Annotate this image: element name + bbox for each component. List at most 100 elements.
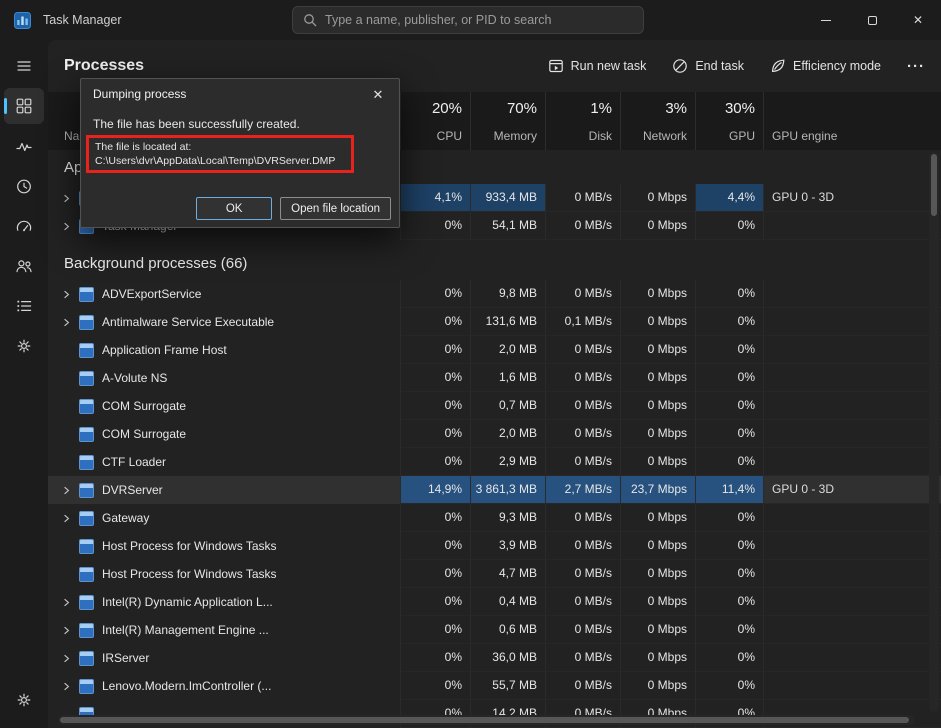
cell-disk: 0 MB/s [545,392,620,420]
cell-cpu: 4,1% [400,184,470,212]
expand-chevron-icon[interactable] [62,194,72,203]
process-row[interactable]: DVRServer14,9%3 861,3 MB2,7 MB/s23,7 Mbp… [48,476,941,504]
vertical-scrollbar[interactable] [929,152,939,712]
cell-memory: 4,7 MB [470,560,545,588]
cell-disk: 0 MB/s [545,588,620,616]
process-icon [79,427,94,442]
process-row[interactable]: ADVExportService0%9,8 MB0 MB/s0 Mbps0% [48,280,941,308]
end-task-button[interactable]: End task [672,58,744,74]
process-row[interactable]: Intel(R) Management Engine ...0%0,6 MB0 … [48,616,941,644]
vertical-scrollbar-thumb[interactable] [931,154,937,216]
column-header-cpu[interactable]: 20% CPU [400,92,470,150]
maximize-button[interactable] [849,0,895,40]
expand-chevron-icon[interactable] [62,682,72,691]
cpu-total-percent: 20% [432,100,462,117]
cell-disk: 0 MB/s [545,212,620,240]
process-row[interactable]: Host Process for Windows Tasks0%3,9 MB0 … [48,532,941,560]
sidebar-item-processes[interactable] [4,88,44,124]
cell-gpu-engine: GPU 0 - 3D [763,184,941,212]
cell-network: 0 Mbps [620,644,695,672]
cell-network: 0 Mbps [620,504,695,532]
horizontal-scrollbar[interactable] [58,715,915,725]
cell-memory: 131,6 MB [470,308,545,336]
sidebar-item-settings[interactable] [4,682,44,718]
process-row[interactable]: COM Surrogate0%0,7 MB0 MB/s0 Mbps0% [48,392,941,420]
process-name: Gateway [102,505,149,532]
cell-network: 23,7 Mbps [620,476,695,504]
search-box[interactable] [292,6,644,34]
gpu-column-label: GPU [729,129,755,143]
process-row[interactable]: Host Process for Windows Tasks0%4,7 MB0 … [48,560,941,588]
horizontal-scrollbar-thumb[interactable] [60,717,909,723]
process-name-cell: ADVExportService [48,280,400,308]
expand-chevron-icon[interactable] [62,598,72,607]
cell-gpu: 0% [695,560,763,588]
column-header-gpu-engine[interactable]: GPU engine [763,92,941,150]
more-options-button[interactable]: ··· [907,58,925,75]
process-name: Intel(R) Dynamic Application L... [102,589,273,616]
sidebar-item-app-history[interactable] [4,168,44,204]
process-row[interactable]: Lenovo.Modern.ImController (...0%55,7 MB… [48,672,941,700]
process-row[interactable]: IRServer0%36,0 MB0 MB/s0 Mbps0% [48,644,941,672]
search-input[interactable] [325,13,633,27]
cell-cpu: 0% [400,212,470,240]
process-row[interactable]: Gateway0%9,3 MB0 MB/s0 Mbps0% [48,504,941,532]
dialog-buttons: OK Open file location [196,197,391,220]
process-icon [79,651,94,666]
open-file-location-button[interactable]: Open file location [280,197,391,220]
file-location-label: The file is located at: [95,140,345,154]
sidebar-item-users[interactable] [4,248,44,284]
sidebar-item-startup-apps[interactable] [4,208,44,244]
process-row[interactable]: A-Volute NS0%1,6 MB0 MB/s0 Mbps0% [48,364,941,392]
cell-memory: 933,4 MB [470,184,545,212]
cell-cpu: 0% [400,420,470,448]
process-name: IRServer [102,645,149,672]
cell-gpu-engine [763,364,941,392]
cell-cpu: 0% [400,560,470,588]
cell-gpu-engine [763,588,941,616]
task-manager-window: Task Manager ✕ [0,0,941,728]
process-row[interactable]: Application Frame Host0%2,0 MB0 MB/s0 Mb… [48,336,941,364]
expand-chevron-icon[interactable] [62,654,72,663]
expand-chevron-icon[interactable] [62,514,72,523]
expand-chevron-icon[interactable] [62,222,72,231]
sidebar-item-menu[interactable] [4,48,44,84]
process-row[interactable]: CTF Loader0%2,9 MB0 MB/s0 Mbps0% [48,448,941,476]
column-header-network[interactable]: 3% Network [620,92,695,150]
cell-network: 0 Mbps [620,672,695,700]
process-row[interactable]: Antimalware Service Executable0%131,6 MB… [48,308,941,336]
cell-disk: 0 MB/s [545,184,620,212]
expand-chevron-icon[interactable] [62,486,72,495]
cell-gpu: 0% [695,532,763,560]
dialog-close-button[interactable]: ✕ [365,84,391,106]
column-header-memory[interactable]: 70% Memory [470,92,545,150]
efficiency-mode-button[interactable]: Efficiency mode [770,58,881,74]
minimize-button[interactable] [803,0,849,40]
cell-cpu: 0% [400,392,470,420]
run-new-task-button[interactable]: Run new task [548,58,647,74]
process-row[interactable]: Intel(R) Dynamic Application L...0%0,4 M… [48,588,941,616]
expand-chevron-icon[interactable] [62,318,72,327]
sidebar-item-details[interactable] [4,288,44,324]
column-header-disk[interactable]: 1% Disk [545,92,620,150]
cell-memory: 9,3 MB [470,504,545,532]
cell-gpu: 0% [695,212,763,240]
cell-gpu-engine [763,308,941,336]
expand-chevron-icon[interactable] [62,290,72,299]
network-total-percent: 3% [665,100,687,117]
sidebar-item-performance[interactable] [4,128,44,164]
section-header-background[interactable]: Background processes (66) [48,246,941,280]
cell-memory: 36,0 MB [470,644,545,672]
column-header-gpu[interactable]: 30% GPU [695,92,763,150]
cell-memory: 2,0 MB [470,420,545,448]
cell-network: 0 Mbps [620,184,695,212]
sidebar [0,40,48,728]
cell-network: 0 Mbps [620,588,695,616]
cell-gpu-engine [763,448,941,476]
expand-chevron-icon[interactable] [62,626,72,635]
close-button[interactable]: ✕ [895,0,941,40]
ok-button[interactable]: OK [196,197,272,220]
sidebar-item-services[interactable] [4,328,44,364]
process-row[interactable]: COM Surrogate0%2,0 MB0 MB/s0 Mbps0% [48,420,941,448]
process-name-cell: CTF Loader [48,448,400,476]
